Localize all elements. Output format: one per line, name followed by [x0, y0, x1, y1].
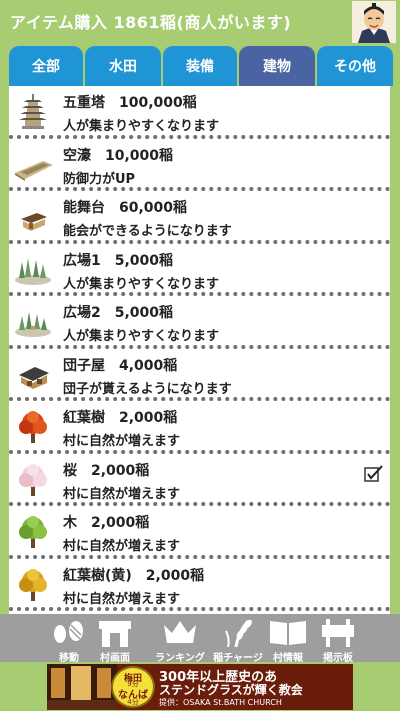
category-tabs: 全部 水田 装備 建物 その他 — [0, 44, 400, 86]
item-title: 紅葉樹 2,000稲 — [63, 410, 178, 426]
church-photo-icon — [47, 664, 117, 710]
moat-icon — [15, 160, 53, 181]
item-title: 木 2,000稲 — [63, 515, 150, 531]
item-title: 能舞台 60,000稲 — [63, 200, 188, 216]
checkbox-checked-icon[interactable] — [364, 464, 384, 482]
dango-shop-icon — [19, 366, 49, 389]
ad-banner[interactable]: 梅田 9分 なんば 4分 300年以上歴史のあ ステンドグラスが輝く教会 提供：… — [0, 662, 400, 711]
ad-sponsor: 提供：OSAKA St.BATH CHURCH — [159, 698, 282, 707]
item-title: 空濠 10,000稲 — [63, 147, 174, 164]
tab-paddy[interactable]: 水田 — [85, 46, 161, 86]
tab-other[interactable]: その他 — [317, 46, 393, 86]
ad-subheadline: ステンドグラスが輝く教会 — [159, 683, 303, 697]
list-item[interactable]: 桜 2,000稲 村に自然が増えます — [9, 454, 390, 506]
item-title: 紅葉樹(黄) 2,000稲 — [63, 567, 205, 584]
page-title: アイテム購入 1861稲(商人がいます) — [10, 13, 292, 32]
ad-access-badge: 梅田 9分 なんば 4分 — [111, 666, 155, 708]
tab-all[interactable]: 全部 — [9, 46, 83, 86]
item-description: 団子が貰えるようになります — [63, 381, 232, 397]
item-description: 人が集まりやすくなります — [63, 276, 220, 292]
ad-content[interactable]: 梅田 9分 なんば 4分 300年以上歴史のあ ステンドグラスが輝く教会 提供：… — [47, 664, 353, 710]
item-title: 桜 2,000稲 — [63, 462, 150, 479]
bottom-nav: 移動 村画面 ランキング 稲チャージ 村情報 掲示板 — [0, 614, 400, 664]
header: アイテム購入 1861稲(商人がいます) — [0, 0, 400, 44]
list-item[interactable]: 広場1 5,000稲 人が集まりやすくなります — [9, 244, 390, 296]
plaza-icon — [15, 312, 51, 337]
open-book-icon — [270, 621, 306, 645]
item-title: 五重塔 100,000稲 — [63, 95, 197, 111]
item-description: 防御力がUP — [63, 171, 136, 187]
item-description: 村に自然が増えます — [63, 486, 181, 502]
nav-village-screen[interactable]: 村画面 — [84, 614, 146, 664]
list-item[interactable]: 空濠 10,000稲 防御力がUP — [9, 139, 390, 191]
crown-icon — [164, 621, 196, 643]
item-description: 能会ができるようになります — [63, 224, 232, 239]
maple-tree-icon — [19, 411, 47, 443]
list-item[interactable]: 紅葉樹(黄) 2,000稲 村に自然が増えます — [9, 559, 390, 611]
yellow-tree-icon — [19, 568, 47, 601]
item-description: 人が集まりやすくなります — [63, 329, 220, 344]
noh-stage-icon — [21, 213, 47, 231]
nav-bulletin-board[interactable]: 掲示板 — [310, 614, 366, 664]
item-description: 村に自然が増えます — [63, 434, 181, 449]
nav-village-info[interactable]: 村情報 — [262, 614, 314, 664]
tab-equipment[interactable]: 装備 — [163, 46, 237, 86]
list-item[interactable]: 紅葉樹 2,000稲 村に自然が増えます — [9, 401, 390, 454]
list-item[interactable]: 能舞台 60,000稲 能会ができるようになります — [9, 191, 390, 244]
list-item[interactable]: 広場2 5,000稲 人が集まりやすくなります — [9, 296, 390, 349]
list-item[interactable]: 木 2,000稲 村に自然が増えます — [9, 506, 390, 559]
plaza-icon — [15, 257, 51, 285]
notice-board-icon — [322, 619, 354, 647]
item-list: 五重塔 100,000稲 人が集まりやすくなります 空濠 10,000稲 防御力… — [9, 86, 390, 614]
rice-plant-icon — [225, 619, 252, 647]
item-title: 広場2 5,000稲 — [63, 305, 174, 321]
green-tree-icon — [19, 516, 47, 548]
footprints-icon — [54, 621, 83, 643]
item-title: 広場1 5,000稲 — [63, 252, 174, 269]
list-item[interactable]: 団子屋 4,000稲 団子が貰えるようになります — [9, 349, 390, 401]
tab-buildings[interactable]: 建物 — [239, 46, 315, 86]
pagoda-icon — [19, 94, 47, 129]
item-description: 人が集まりやすくなります — [63, 119, 220, 134]
village-gate-icon — [99, 621, 131, 647]
merchant-avatar-icon[interactable] — [352, 1, 396, 43]
ad-badge-time-2: 4分 — [127, 698, 139, 706]
cherry-tree-icon — [19, 463, 47, 496]
item-description: 村に自然が増えます — [63, 539, 181, 554]
list-item[interactable]: 五重塔 100,000稲 人が集まりやすくなります — [9, 86, 390, 139]
item-title: 団子屋 4,000稲 — [63, 357, 178, 374]
item-description: 村に自然が増えます — [63, 591, 181, 607]
